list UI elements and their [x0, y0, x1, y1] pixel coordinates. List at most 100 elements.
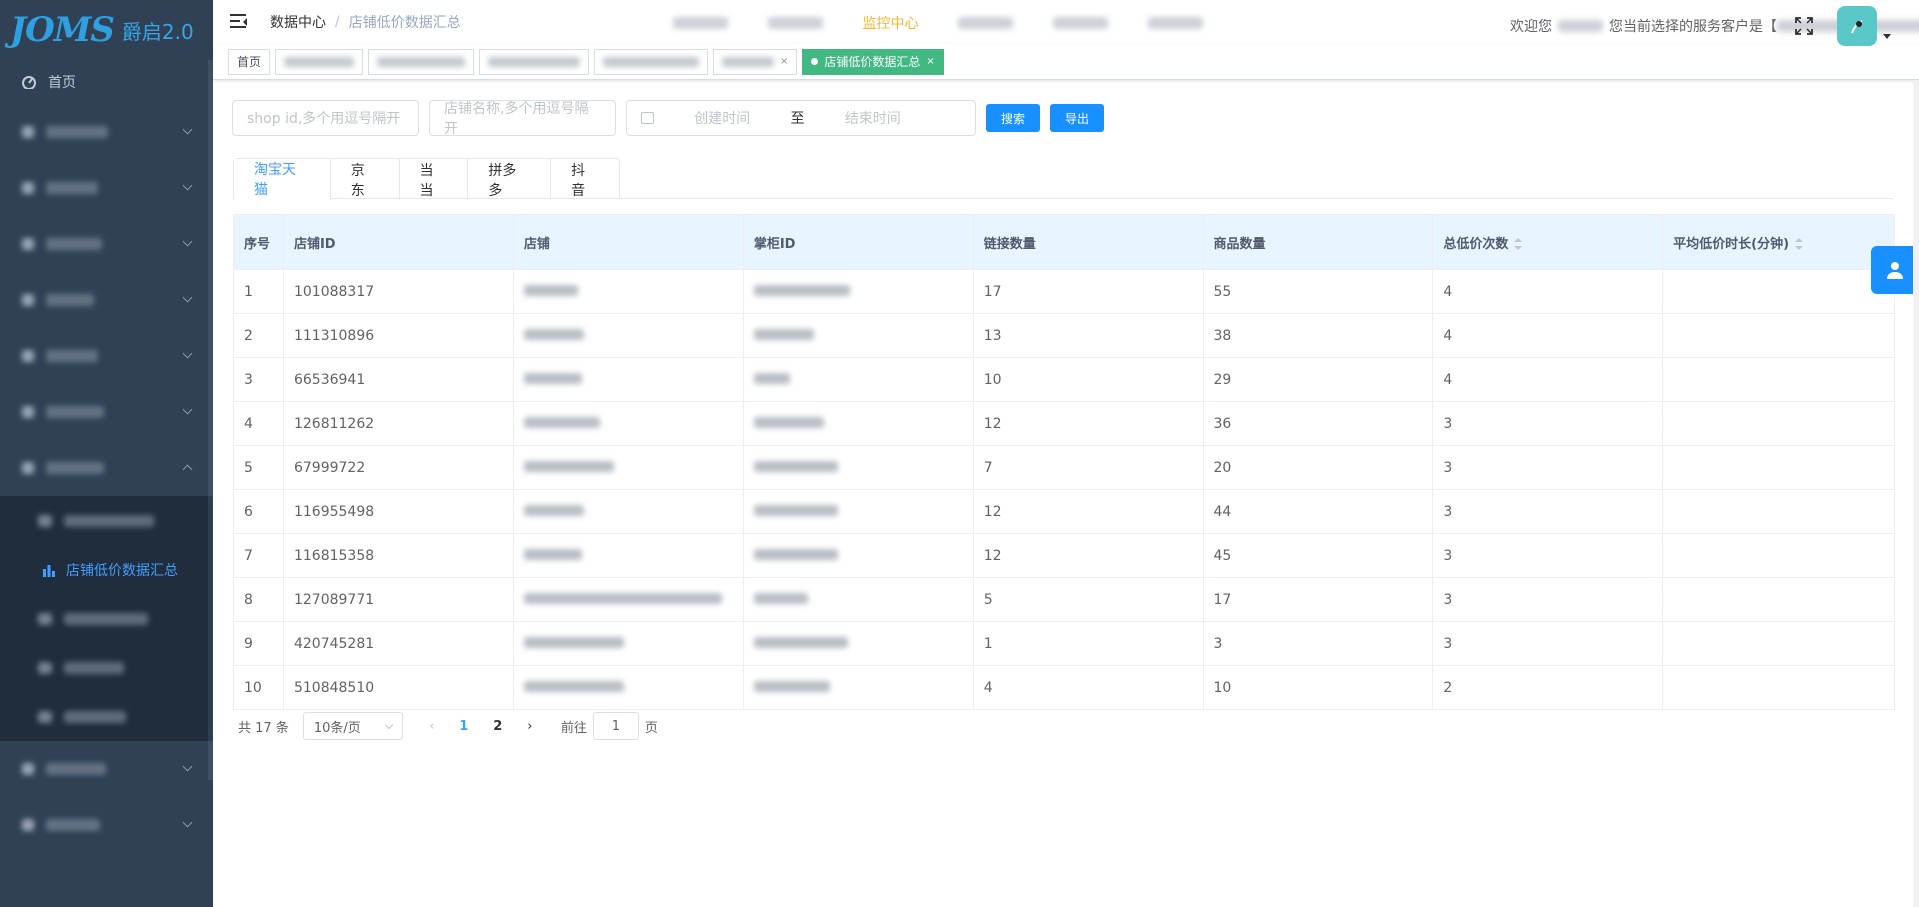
table-row[interactable]: 9 420745281 1 3 3 — [233, 621, 1895, 666]
tab-platform[interactable]: 淘宝天猫 — [234, 159, 330, 200]
tag-item[interactable] — [368, 48, 475, 75]
end-date-input[interactable]: 结束时间 — [845, 108, 901, 128]
table-row[interactable]: 1 101088317 17 55 4 — [233, 269, 1895, 314]
sidebar-group[interactable] — [0, 328, 213, 384]
menu-icon — [22, 763, 34, 775]
tab-platform[interactable]: 京东 — [329, 159, 399, 200]
table-row[interactable]: 3 66536941 10 29 4 — [233, 357, 1895, 402]
shop-id-input[interactable]: shop id,多个用逗号隔开 — [232, 100, 419, 136]
sidebar-group[interactable] — [0, 440, 213, 496]
user-float-button[interactable] — [1871, 246, 1919, 294]
sidebar-group-label — [46, 238, 102, 250]
cell-link-count: 12 — [972, 533, 1204, 578]
prev-page-icon[interactable]: ‹ — [417, 719, 447, 734]
top-menu-item[interactable] — [1128, 14, 1223, 32]
breadcrumb-separator: / — [335, 14, 340, 30]
chevron-down-icon[interactable] — [1883, 33, 1891, 39]
tag-home[interactable]: 首页 — [228, 48, 271, 75]
welcome-prefix: 欢迎您 — [1510, 19, 1552, 35]
tags-view: 首页 × 店铺低价数据汇总 × — [213, 44, 1919, 80]
top-menu-item-monitor[interactable]: 监控中心 — [843, 14, 938, 32]
sidebar-group[interactable] — [0, 216, 213, 272]
table-row[interactable]: 4 126811262 12 36 3 — [233, 401, 1895, 446]
top-menu-item[interactable] — [1033, 14, 1128, 32]
submenu-item[interactable]: 店铺低价数据汇总 — [0, 545, 213, 594]
logo[interactable]: JOMS 爵启2.0 — [0, 0, 213, 60]
next-page-icon[interactable]: › — [515, 719, 545, 734]
sort-icon[interactable] — [1514, 238, 1523, 250]
top-menu-item[interactable] — [748, 14, 843, 32]
chevron-down-icon — [182, 817, 193, 828]
page-number[interactable]: 2 — [481, 719, 515, 734]
chevron-down-icon — [182, 180, 193, 191]
goto-page-input[interactable]: 1 — [592, 712, 639, 740]
pager-total: 共 17 条 — [238, 720, 289, 736]
close-icon[interactable]: × — [780, 56, 788, 67]
range-separator: 至 — [790, 111, 805, 127]
page-size-select[interactable]: 10条/页 — [302, 712, 403, 740]
fullscreen-icon[interactable] — [1795, 17, 1813, 35]
sidebar-group[interactable] — [0, 741, 213, 797]
export-button[interactable]: 导出 — [1050, 104, 1105, 132]
submenu-item[interactable] — [0, 692, 213, 741]
top-menu-item[interactable] — [938, 14, 1033, 32]
tab-platform[interactable]: 拼多多 — [467, 159, 550, 200]
col-link-count: 链接数量 — [972, 214, 1204, 270]
cell-shop — [512, 357, 744, 402]
sidebar-group[interactable] — [0, 160, 213, 216]
col-index: 序号 — [233, 214, 284, 270]
cell-avg-low-duration — [1662, 533, 1895, 578]
cell-avg-low-duration — [1662, 489, 1895, 534]
platform-tabs: 淘宝天猫 京东 当当 拼多多 抖音 — [233, 158, 1893, 200]
sidebar-scrollbar[interactable] — [208, 60, 213, 780]
sidebar-group-label — [46, 462, 104, 474]
table-row[interactable]: 7 116815358 12 45 3 — [233, 533, 1895, 578]
avatar[interactable] — [1837, 6, 1877, 46]
submenu-item[interactable] — [0, 643, 213, 692]
cell-shop-id: 67999722 — [282, 445, 514, 490]
cell-goods-count: 29 — [1202, 357, 1434, 402]
sidebar-item-home[interactable]: 首页 — [0, 60, 213, 104]
cell-avg-low-duration — [1662, 445, 1895, 490]
tab-platform[interactable]: 当当 — [398, 159, 468, 200]
sidebar-group[interactable] — [0, 384, 213, 440]
cell-index: 10 — [233, 665, 284, 710]
table-row[interactable]: 5 67999722 7 20 3 — [233, 445, 1895, 490]
table-row[interactable]: 8 127089771 5 17 3 — [233, 577, 1895, 622]
top-menu-item[interactable] — [653, 14, 748, 32]
sidebar-group-label — [46, 350, 98, 362]
page-number[interactable]: 1 — [447, 719, 481, 734]
breadcrumb-item[interactable]: 数据中心 — [270, 12, 326, 32]
cell-avg-low-duration — [1662, 665, 1895, 710]
table-row[interactable]: 6 116955498 12 44 3 — [233, 489, 1895, 534]
close-icon[interactable]: × — [926, 56, 934, 67]
cell-goods-count: 45 — [1202, 533, 1434, 578]
cell-total-low-price: 3 — [1432, 533, 1664, 578]
submenu-item[interactable] — [0, 594, 213, 643]
hamburger-icon[interactable] — [230, 14, 250, 30]
col-total-low-price[interactable]: 总低价次数 — [1432, 214, 1664, 270]
shop-name-input[interactable]: 店铺名称,多个用逗号隔开 — [429, 100, 616, 137]
submenu-item[interactable] — [0, 496, 213, 545]
date-range-picker[interactable]: 创建时间 至 结束时间 — [626, 100, 976, 136]
sidebar-group[interactable] — [0, 797, 213, 853]
cell-index: 9 — [233, 621, 284, 666]
sidebar-group[interactable] — [0, 272, 213, 328]
col-avg-low-duration[interactable]: 平均低价时长(分钟) — [1662, 214, 1895, 270]
page-scrollbar[interactable] — [1913, 80, 1919, 907]
sidebar-group[interactable] — [0, 104, 213, 160]
tag-active[interactable]: 店铺低价数据汇总 × — [802, 48, 944, 75]
table-row[interactable]: 2 111310896 13 38 4 — [233, 313, 1895, 358]
tag-item[interactable] — [275, 48, 364, 75]
tab-platform[interactable]: 抖音 — [550, 159, 619, 200]
tag-item[interactable] — [479, 48, 590, 75]
sort-icon[interactable] — [1795, 238, 1804, 250]
tag-item[interactable]: × — [713, 48, 798, 75]
table-row[interactable]: 10 510848510 4 10 2 — [233, 665, 1895, 710]
search-button[interactable]: 搜索 — [986, 104, 1041, 132]
tag-item[interactable] — [594, 48, 709, 75]
user-icon — [1887, 262, 1903, 279]
cell-link-count: 12 — [972, 401, 1204, 446]
chevron-down-icon — [182, 124, 193, 135]
start-date-input[interactable]: 创建时间 — [694, 108, 750, 128]
